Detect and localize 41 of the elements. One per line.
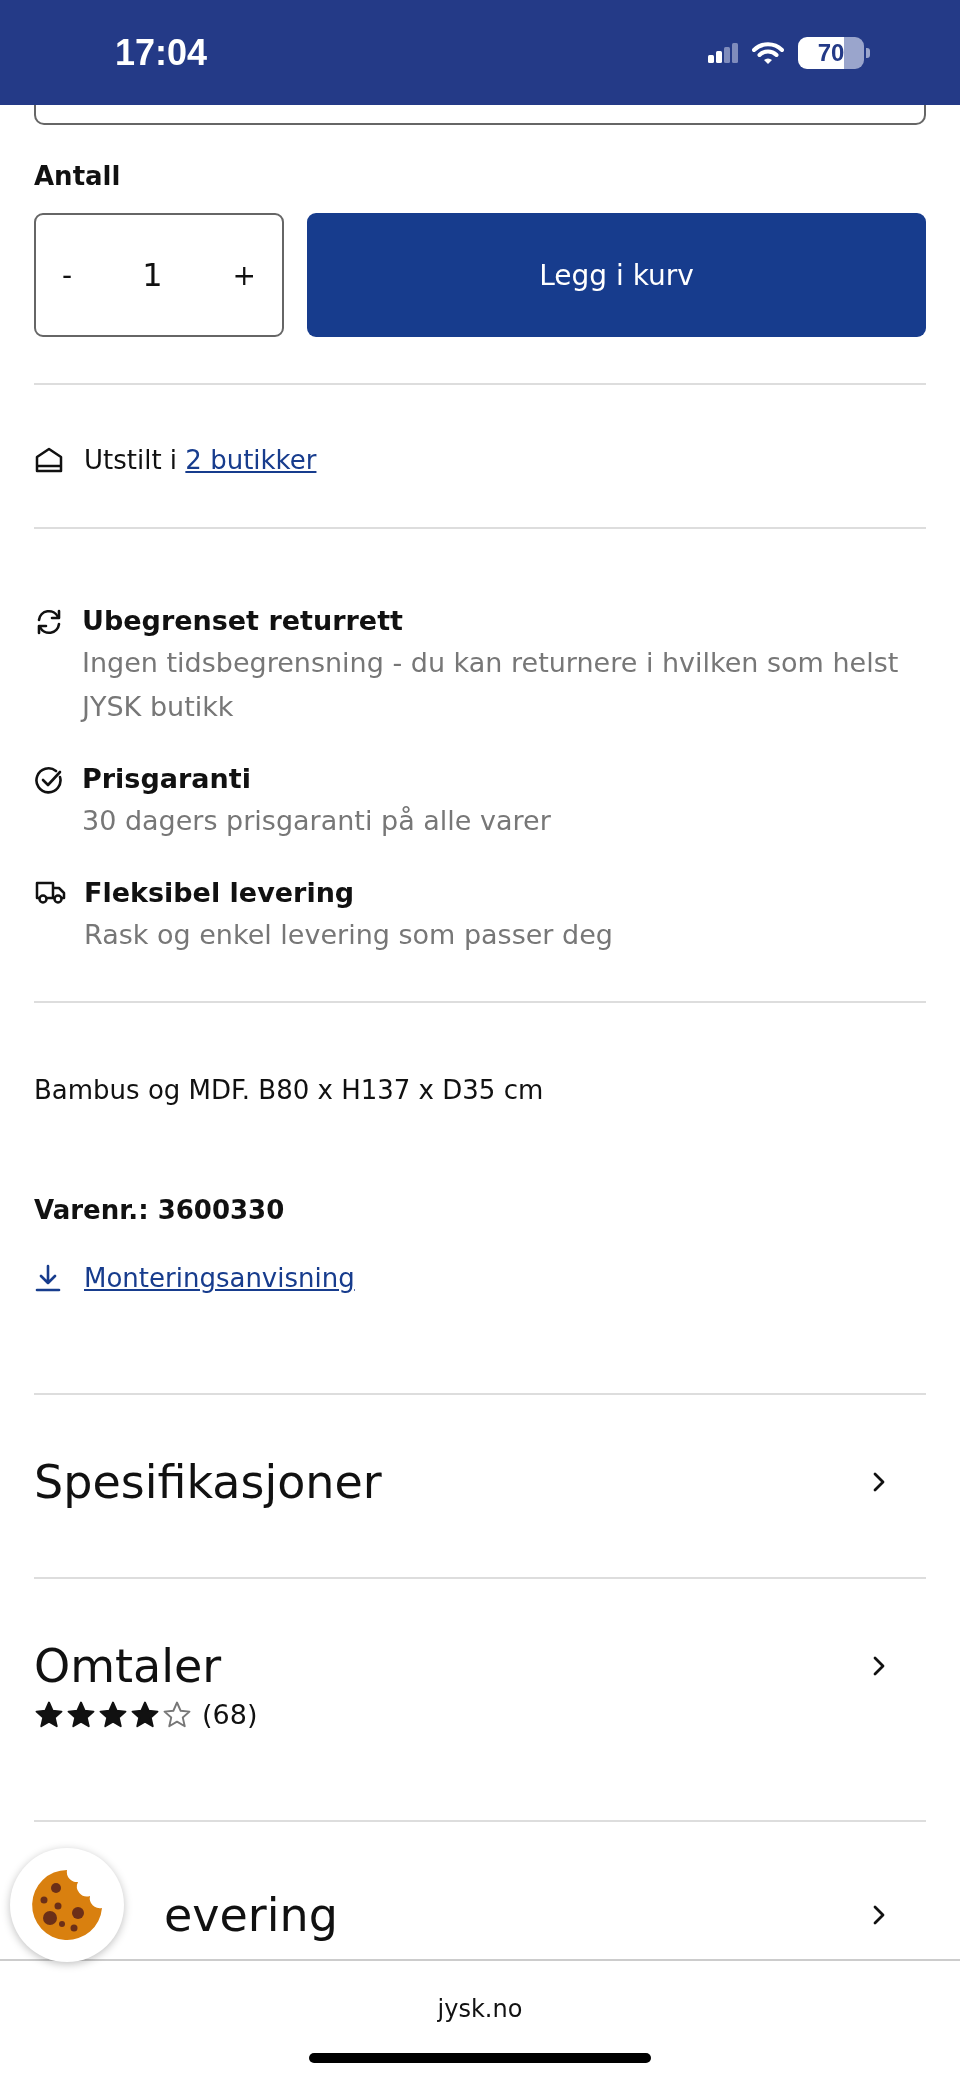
accordion-section[interactable]: Spesifikasjoner: [34, 1393, 926, 1577]
quantity-stepper[interactable]: - 1 +: [34, 213, 284, 337]
truck-icon: [34, 879, 66, 905]
battery-indicator: 70: [798, 36, 864, 69]
feature-description: Rask og enkel levering som passer deg: [84, 918, 613, 952]
chevron-right-icon: [872, 1655, 886, 1677]
item-number: Varenr.: 3600330: [34, 1195, 286, 1225]
section-title: evering: [164, 1888, 338, 1942]
filled-star-icon: [34, 1699, 64, 1730]
cookie-button[interactable]: [10, 1848, 124, 1962]
add-to-cart-button[interactable]: Legg i kurv: [307, 213, 926, 337]
filled-star-icon: [130, 1699, 160, 1730]
quantity-value: 1: [142, 256, 163, 294]
url-text[interactable]: jysk.no: [437, 1995, 523, 2023]
chevron-right-icon: [872, 1904, 886, 1926]
check-circle-icon: [34, 765, 64, 795]
feature-description: Ingen tidsbegrensning - du kan returnere i hvilken som helst JYSK butikk: [82, 646, 900, 724]
feature-description: 30 dagers prisgaranti på alle varer: [82, 804, 551, 838]
feature-title: Ubegrenset returrett: [82, 604, 404, 638]
empty-star-icon: [162, 1699, 192, 1730]
status-time: 17:04: [115, 31, 208, 74]
product-description: Bambus og MDF. B80 x H137 x D35 cm: [34, 1075, 545, 1105]
filled-star-icon: [66, 1699, 96, 1730]
wifi-icon: [752, 40, 784, 65]
section-title: Omtaler: [34, 1639, 222, 1693]
chevron-right-icon: [872, 1471, 886, 1493]
accordion-section[interactable]: Omtaler (68): [34, 1577, 926, 1820]
section-title: Spesifikasjoner: [34, 1455, 382, 1509]
download-icon: [34, 1263, 62, 1293]
quantity-label: Antall: [34, 161, 122, 191]
stores-link[interactable]: 2 butikker: [185, 445, 317, 475]
signal-icon: [708, 42, 738, 63]
filled-star-icon: [98, 1699, 128, 1730]
feature-title: Prisgaranti: [82, 762, 252, 796]
review-count: (68): [202, 1699, 258, 1730]
assembly-instructions-link[interactable]: Monteringsanvisning: [84, 1263, 355, 1293]
increase-button[interactable]: +: [216, 248, 272, 302]
store-availability-text: Utstilt i 2 butikker: [84, 445, 317, 475]
feature-title: Fleksibel levering: [84, 876, 356, 910]
decrease-button[interactable]: -: [46, 248, 89, 302]
house-icon: [34, 446, 64, 474]
